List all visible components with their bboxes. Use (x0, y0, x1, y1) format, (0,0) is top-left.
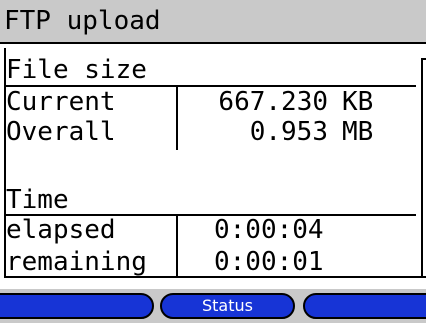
elapsed-value: 0:00:04 (214, 215, 324, 245)
scrollbar[interactable] (421, 58, 426, 276)
file-size-heading: File size (6, 55, 147, 85)
current-label: Current (6, 87, 116, 117)
softkey-left[interactable] (0, 293, 154, 319)
overall-value: 0.953 (249, 117, 328, 147)
time-heading: Time (6, 185, 69, 215)
device-screen: FTP upload File size Current 667.230 KB … (0, 0, 426, 323)
file-size-column-divider (176, 86, 178, 150)
current-unit: KB (342, 87, 374, 117)
overall-label: Overall (6, 117, 116, 147)
remaining-value: 0:00:01 (214, 247, 324, 277)
softkey-bar: Status (0, 289, 426, 323)
status-softkey[interactable]: Status (160, 293, 295, 319)
current-value: 667.230 (218, 87, 328, 117)
time-column-divider (176, 215, 178, 277)
window-title: FTP upload (4, 6, 161, 36)
title-bar: FTP upload (0, 0, 426, 44)
overall-unit: MB (342, 117, 374, 147)
elapsed-label: elapsed (6, 215, 116, 245)
softkey-right[interactable] (303, 293, 426, 319)
remaining-label: remaining (6, 247, 147, 277)
